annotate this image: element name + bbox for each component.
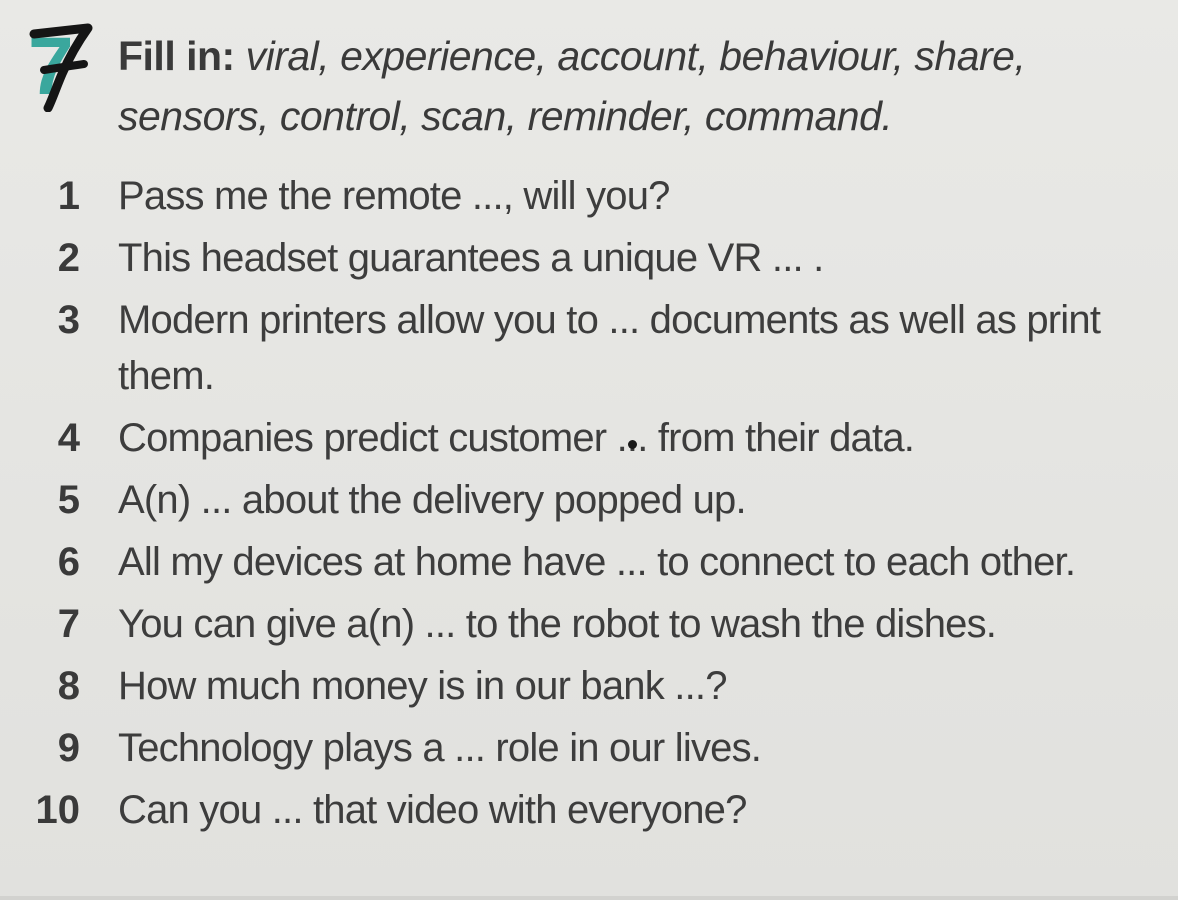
list-item: 6 All my devices at home have ... to con… — [0, 534, 1178, 590]
list-item: 1 Pass me the remote ..., will you? — [0, 168, 1178, 224]
item-number: 4 — [57, 416, 80, 460]
list-item: 2 This headset guarantees a unique VR ..… — [0, 230, 1178, 286]
item-text: A(n) ... about the delivery popped up. — [118, 478, 747, 522]
sentence-list: 1 Pass me the remote ..., will you? 2 Th… — [0, 168, 1178, 838]
item-text: All my devices at home have ... to conne… — [118, 540, 1076, 584]
item-number: 1 — [57, 174, 80, 218]
item-text: How much money is in our bank ...? — [118, 664, 727, 708]
list-item: 4 Companies predict customer ... from th… — [0, 410, 1178, 466]
list-item: 5 A(n) ... about the delivery popped up. — [0, 472, 1178, 528]
item-number: 2 — [57, 236, 80, 280]
list-item: 7 You can give a(n) ... to the robot to … — [0, 596, 1178, 652]
item-text: Modern printers allow you to ... documen… — [118, 298, 1101, 398]
item-number: 7 — [57, 602, 80, 646]
instruction: Fill in: viral, experience, account, beh… — [118, 26, 1138, 146]
item-text: Technology plays a ... role in our lives… — [118, 726, 762, 770]
item-number: 10 — [35, 788, 81, 832]
exercise-page: 7 Fill in: viral, experience, account, b… — [0, 0, 1178, 900]
bottom-edge — [0, 896, 1178, 900]
handwritten-number-overlay — [29, 23, 93, 112]
item-number: 6 — [57, 540, 80, 584]
word-bank: viral, experience, account, behaviour, s… — [118, 33, 1026, 139]
exercise-number: 7 — [26, 22, 96, 112]
item-text: Pass me the remote ..., will you? — [118, 174, 670, 218]
instruction-lead: Fill in: — [118, 33, 235, 79]
list-item: 9 Technology plays a ... role in our liv… — [0, 720, 1178, 776]
item-number: 5 — [57, 478, 80, 522]
item-text: You can give a(n) ... to the robot to wa… — [118, 602, 997, 646]
item-text: Companies predict customer ... from thei… — [118, 416, 915, 460]
item-number: 3 — [57, 298, 80, 342]
item-number: 8 — [57, 664, 80, 708]
list-item: 8 How much money is in our bank ...? — [0, 658, 1178, 714]
item-number: 9 — [57, 726, 80, 770]
item-text: Can you ... that video with everyone? — [118, 788, 747, 832]
item-text: This headset guarantees a unique VR ... … — [118, 236, 824, 280]
list-item: 10 Can you ... that video with everyone? — [0, 782, 1178, 838]
ink-dot-mark — [628, 440, 637, 449]
list-item: 3 Modern printers allow you to ... docum… — [0, 292, 1178, 404]
